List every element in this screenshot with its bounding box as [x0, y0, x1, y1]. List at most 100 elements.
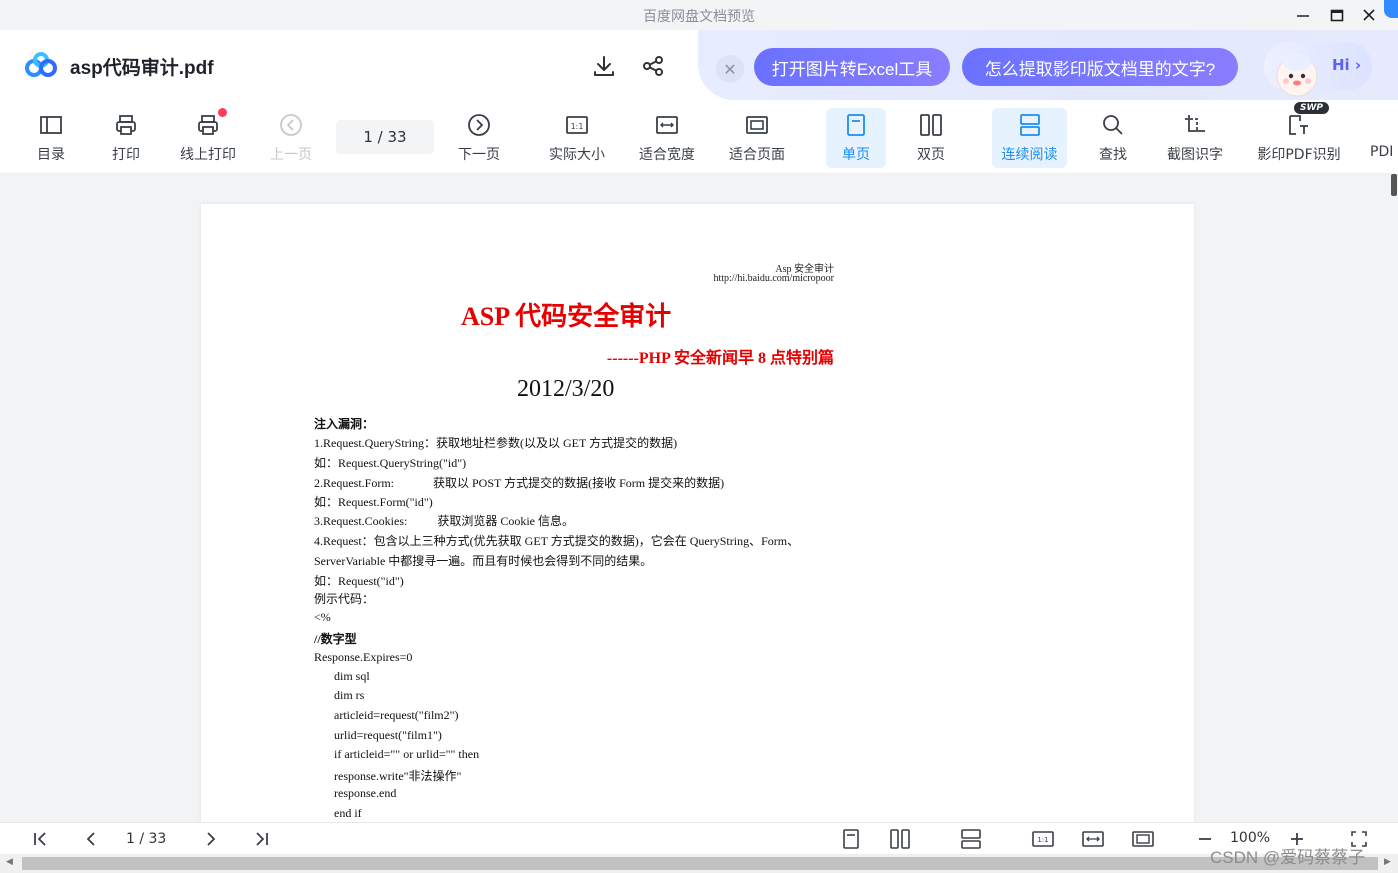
horizontal-scrollbar[interactable]: ◀ ▶ [0, 854, 1398, 873]
fit-page-button[interactable]: 适合页面 [724, 108, 790, 168]
continuous-bottom-button[interactable] [958, 827, 984, 851]
continuous-reading-icon [961, 829, 981, 849]
text-line: 3.Request.Cookies: 获取浏览器 Cookie 信息。 [314, 514, 574, 528]
csdn-watermark: CSDN @爱码蔡蔡子 [1210, 848, 1366, 867]
screenshot-ocr-button[interactable]: 截图识字 [1162, 108, 1228, 168]
scroll-right-arrow-icon[interactable]: ▶ [1384, 857, 1391, 867]
text-line: 如：Request("id") [314, 574, 404, 588]
promo-excel-button[interactable]: 打开图片转Excel工具 [754, 48, 950, 86]
online-print-label: 线上打印 [180, 147, 236, 163]
code-line: articleid=request("film2") [334, 708, 459, 722]
printer-icon [116, 115, 136, 135]
double-page-bottom-button[interactable] [887, 827, 913, 851]
prev-page-label: 上一页 [270, 147, 312, 163]
minimize-icon [1297, 15, 1309, 17]
text-line: //数字型 [314, 632, 357, 646]
chevron-right-circle-icon [468, 114, 490, 136]
svg-text:1:1: 1:1 [571, 122, 584, 131]
document-subtitle: ------PHP 安全新闻早 8 点特别篇 [606, 350, 834, 367]
single-page-label: 单页 [842, 147, 870, 163]
share-button[interactable] [639, 52, 667, 80]
fit-page-icon [746, 116, 768, 134]
online-print-button[interactable]: 线上打印 [176, 108, 240, 168]
scroll-left-arrow-icon[interactable]: ◀ [6, 857, 13, 867]
document-viewport[interactable]: Asp 安全审计 http://hi.baidu.com/micropoor A… [0, 174, 1390, 822]
next-page-bottom-button[interactable] [198, 827, 224, 851]
catalog-label: 目录 [37, 147, 65, 163]
find-button[interactable]: 查找 [1090, 108, 1136, 168]
vertical-scrollbar[interactable] [1390, 174, 1398, 822]
next-page-label: 下一页 [458, 147, 500, 163]
assistant-mascot-icon [1276, 53, 1318, 97]
assistant-hi-label: Hi › [1332, 56, 1362, 74]
svg-text:1:1: 1:1 [1037, 836, 1048, 844]
fit-page-bottom-button[interactable] [1130, 827, 1156, 851]
chevron-right-icon [207, 832, 216, 846]
text-line: Response.Expires=0 [314, 650, 413, 664]
promo-ocr-button[interactable]: 怎么提取影印版文档里的文字? [962, 48, 1238, 86]
scan-pdf-ocr-button[interactable]: 影印PDF识别 [1252, 108, 1346, 168]
actual-size-icon: 1:1 [566, 116, 588, 134]
pdf-tools-button[interactable]: PDI [1370, 108, 1398, 168]
actual-size-icon: 1:1 [1032, 831, 1054, 847]
text-line: 例示代码： [314, 592, 375, 606]
single-page-button[interactable]: 单页 [826, 108, 886, 168]
page-number-input[interactable]: 1 / 33 [336, 120, 434, 154]
baidu-netdisk-logo-icon [25, 52, 57, 77]
maximize-button[interactable] [1322, 2, 1352, 28]
document-title: ASP 代码安全审计 [461, 302, 672, 331]
code-line: response.end [334, 786, 397, 800]
next-page-button[interactable]: 下一页 [454, 108, 504, 168]
double-page-button[interactable]: 双页 [906, 108, 956, 168]
new-badge-dot [218, 108, 227, 117]
last-page-button[interactable] [248, 827, 274, 851]
window-titlebar: 百度网盘文档预览 [0, 0, 1398, 30]
first-page-button[interactable] [28, 827, 54, 851]
fit-width-button[interactable]: 适合宽度 [634, 108, 700, 168]
double-page-icon [890, 829, 910, 849]
download-button[interactable] [590, 52, 618, 80]
document-header: asp代码审计.pdf ✕ 打开图片转Excel工具 怎么提取影印版文档里的文字… [0, 30, 1398, 102]
single-page-icon [843, 829, 859, 849]
promo-close-button[interactable]: ✕ [716, 55, 744, 83]
minimize-button[interactable] [1288, 2, 1318, 28]
fit-width-bottom-button[interactable] [1080, 827, 1106, 851]
single-page-bottom-button[interactable] [838, 827, 864, 851]
promo-banner: ✕ 打开图片转Excel工具 怎么提取影印版文档里的文字? Hi › [698, 30, 1398, 100]
scan-pdf-ocr-label: 影印PDF识别 [1257, 147, 1341, 163]
fit-width-icon [656, 116, 678, 134]
prev-page-button[interactable]: 上一页 [266, 108, 316, 168]
vertical-scroll-thumb[interactable] [1391, 174, 1397, 196]
close-button[interactable] [1354, 2, 1384, 28]
prev-page-bottom-button[interactable] [78, 827, 104, 851]
online-printer-icon [198, 115, 218, 135]
share-icon [643, 56, 663, 76]
continuous-reading-button[interactable]: 连续阅读 [992, 108, 1067, 168]
window-title: 百度网盘文档预览 [643, 9, 755, 25]
scan-pdf-icon [1289, 115, 1308, 135]
actual-size-bottom-button[interactable]: 1:1 [1030, 827, 1056, 851]
close-icon: ✕ [723, 59, 737, 79]
search-icon [1103, 115, 1123, 135]
text-line: 2.Request.Form: 获取以 POST 方式提交的数据(接收 Form… [314, 476, 725, 490]
close-icon [1363, 9, 1375, 21]
maximize-icon [1330, 9, 1344, 22]
fit-width-icon [1082, 831, 1104, 847]
pdf-page: Asp 安全审计 http://hi.baidu.com/micropoor A… [201, 204, 1194, 822]
bottom-page-indicator[interactable]: 1 / 33 [126, 831, 166, 847]
print-button[interactable]: 打印 [105, 108, 147, 168]
catalog-button[interactable]: 目录 [30, 108, 72, 168]
notification-dot [1384, 0, 1398, 18]
chevron-left-icon [86, 832, 95, 846]
screenshot-ocr-label: 截图识字 [1167, 147, 1223, 163]
double-page-label: 双页 [917, 147, 945, 163]
text-line: <% [314, 610, 331, 624]
assistant-hi-button[interactable]: Hi › [1264, 42, 1372, 97]
horizontal-scroll-thumb[interactable] [22, 857, 1378, 870]
find-label: 查找 [1099, 147, 1127, 163]
text-line: 注入漏洞： [314, 417, 375, 431]
crop-icon [1185, 115, 1205, 132]
print-label: 打印 [112, 147, 140, 163]
actual-size-button[interactable]: 1:1 实际大小 [544, 108, 610, 168]
document-name: asp代码审计.pdf [70, 58, 214, 79]
